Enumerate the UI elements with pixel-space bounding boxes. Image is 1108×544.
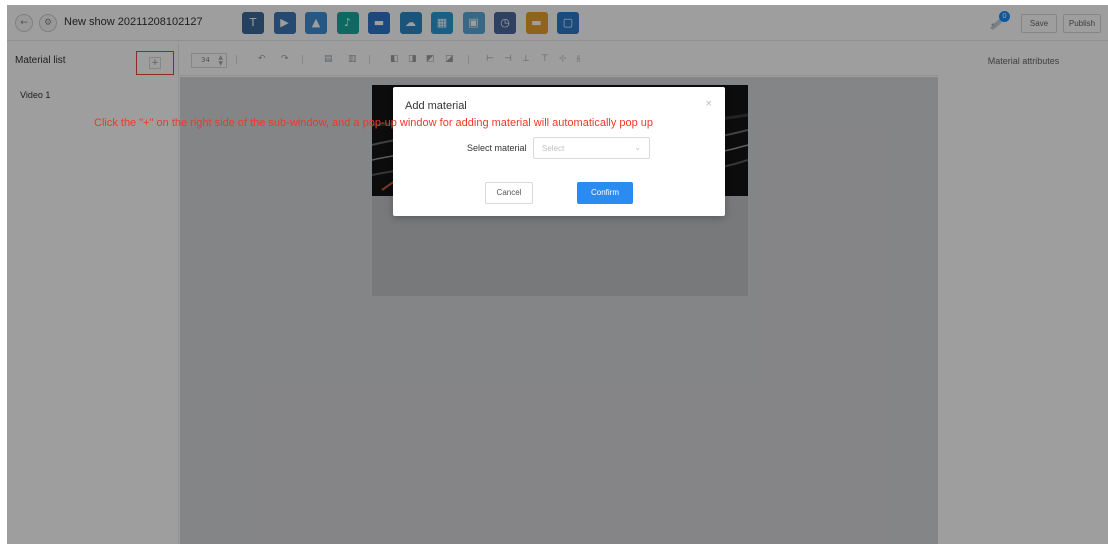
modal-overlay[interactable]	[7, 5, 1108, 544]
add-material-dialog: Add material × Select material Select ⌄ …	[393, 87, 725, 216]
instruction-annotation: Click the "+" on the right side of the s…	[94, 117, 654, 129]
select-placeholder: Select	[542, 144, 565, 153]
dialog-title: Add material	[405, 100, 467, 112]
select-material-label: Select material	[467, 143, 527, 153]
select-material-dropdown[interactable]: Select ⌄	[533, 137, 650, 159]
close-icon[interactable]: ×	[705, 99, 713, 109]
cancel-button[interactable]: Cancel	[485, 182, 533, 204]
chevron-down-icon: ⌄	[634, 143, 641, 152]
confirm-button[interactable]: Confirm	[577, 182, 633, 204]
app-window: ← ⚙ New show 20211208102127 T ▶ ▲ ♪ ▬ ☁ ▦ ▣ ◷ ▬ ▢ …	[7, 5, 1108, 544]
